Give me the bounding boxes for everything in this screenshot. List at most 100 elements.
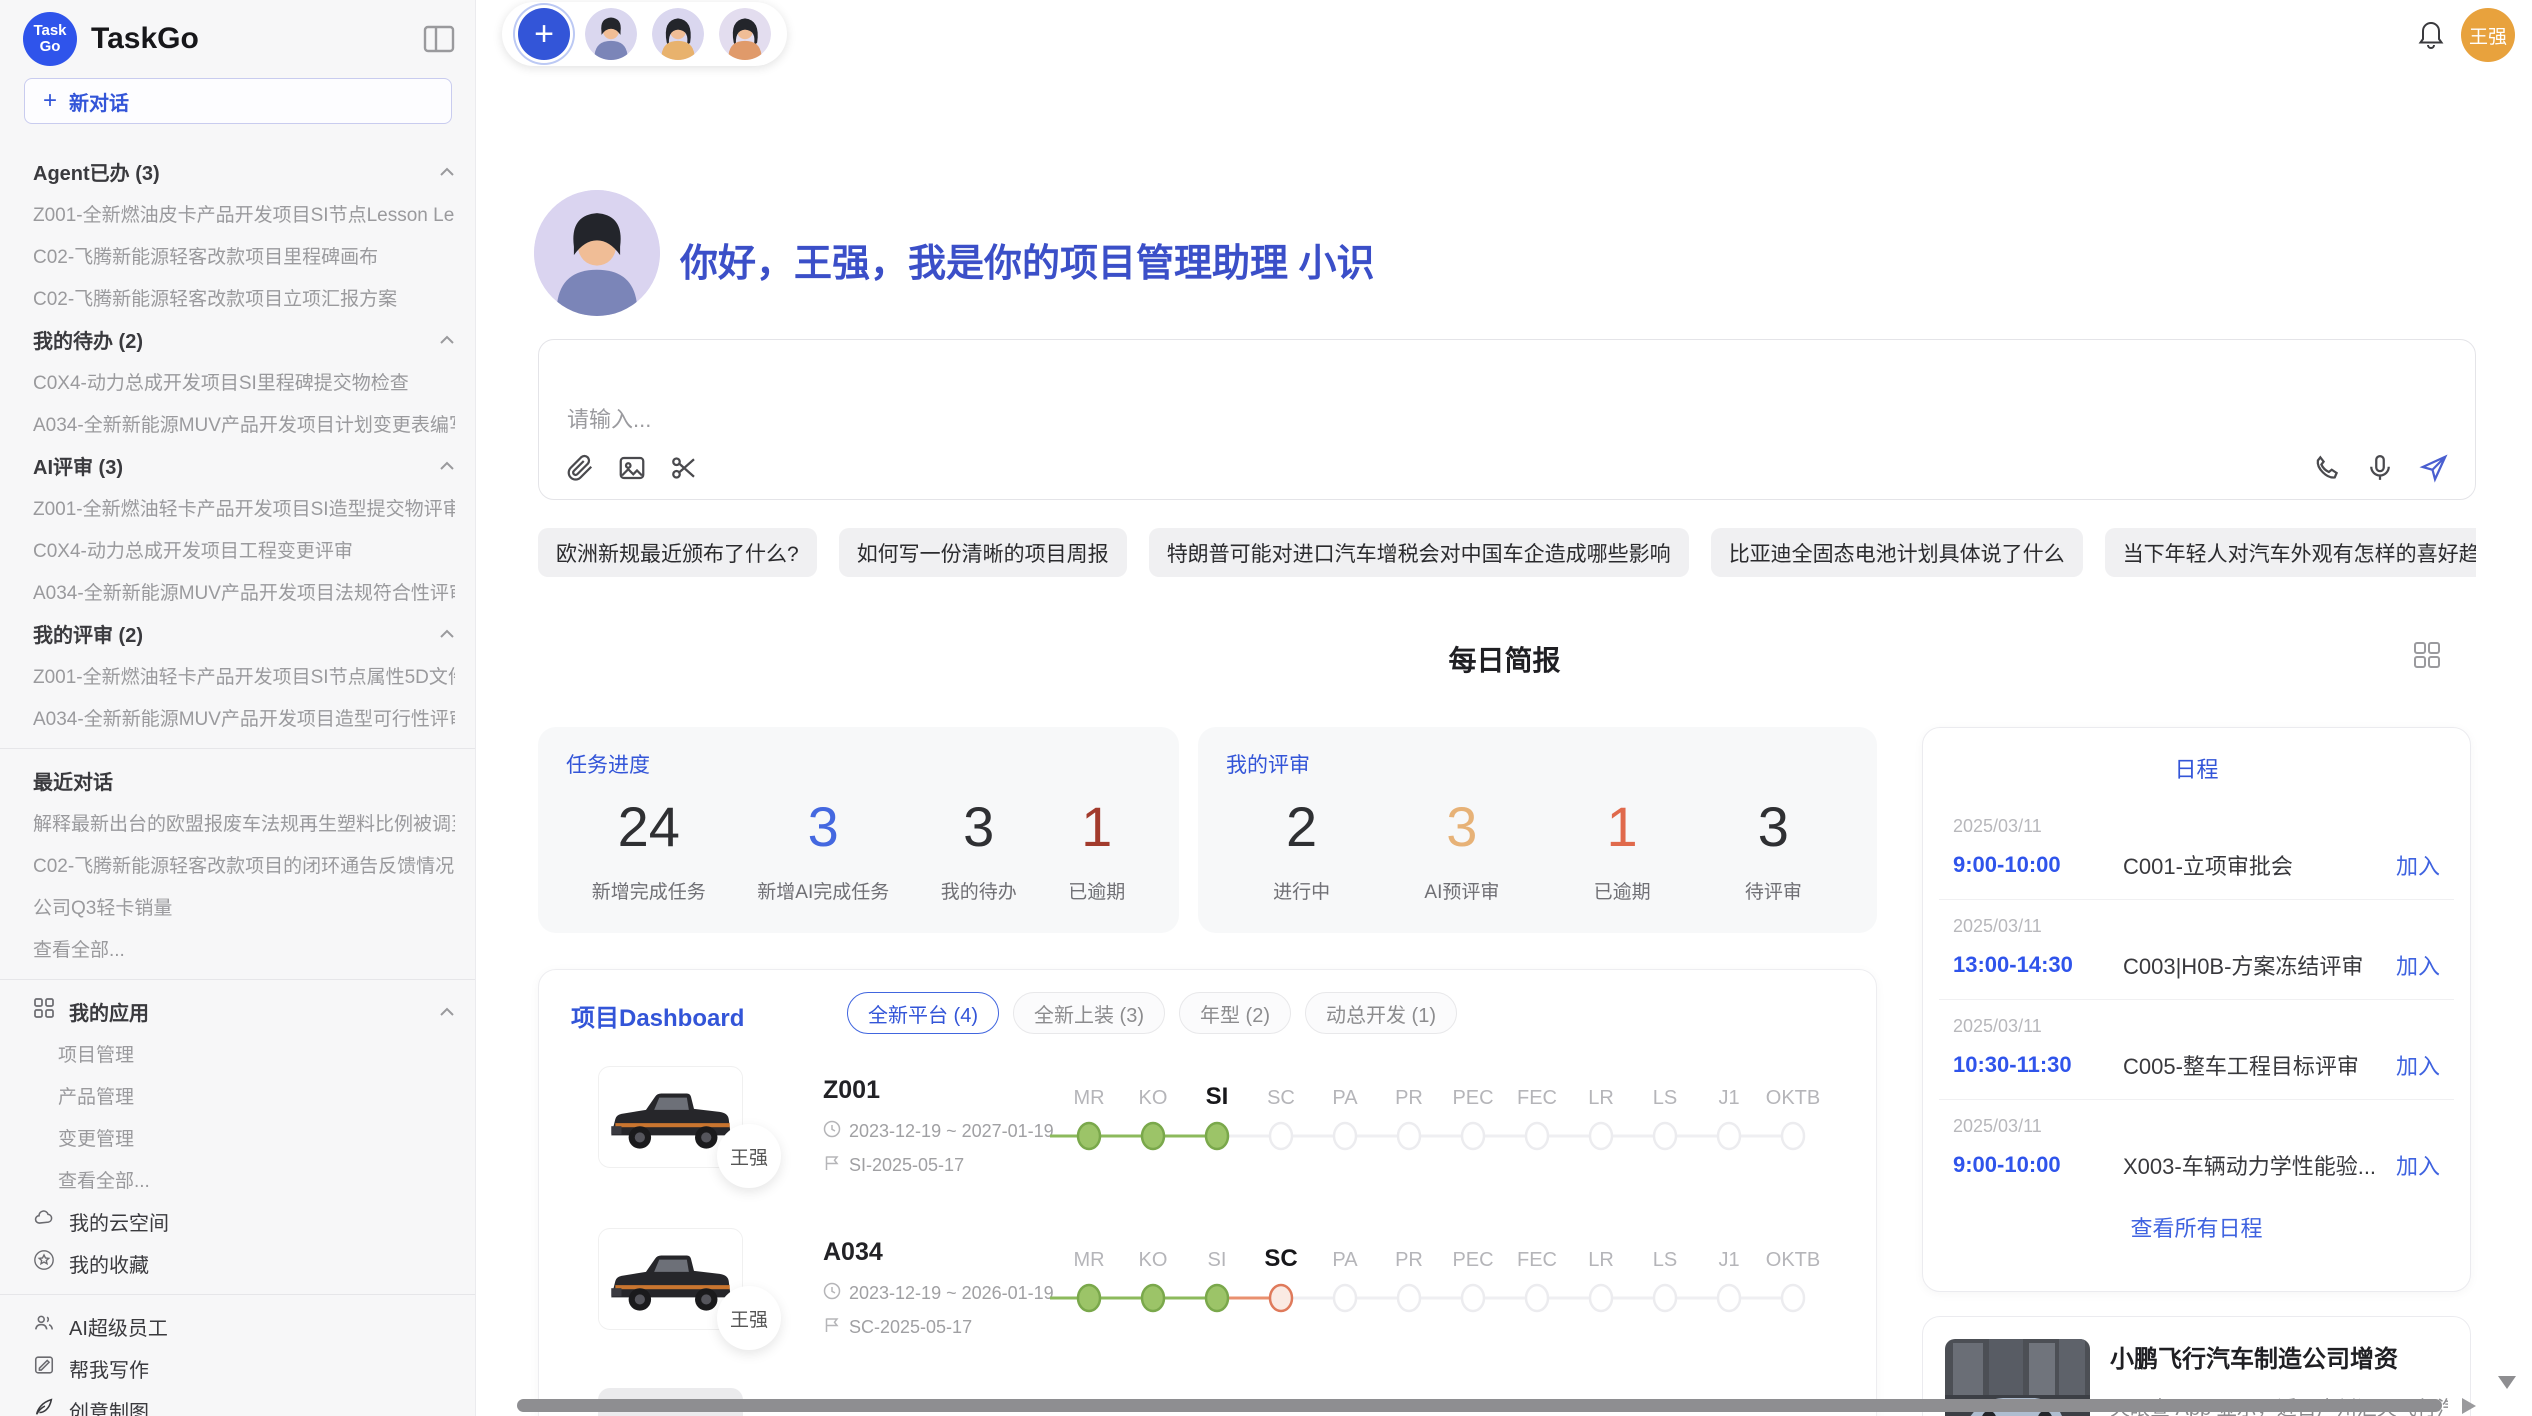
sidebar-item[interactable]: A034-全新新能源MUV产品开发项目造型可行性评审: [33, 696, 455, 738]
sidebar-item[interactable]: Z001-全新燃油轻卡产品开发项目SI节点属性5D文件评审: [33, 654, 455, 696]
schedule-row: 9:00-10:00X003-车辆动力学性能验...加入: [1953, 1149, 2440, 1181]
sidebar-section-header[interactable]: 最近对话: [33, 759, 455, 801]
view-all-schedule-link[interactable]: 查看所有日程: [1923, 1211, 2470, 1243]
sidebar-item-cloud[interactable]: 我的云空间: [33, 1200, 455, 1242]
svg-text:PA: PA: [1332, 1249, 1358, 1271]
dashboard-tab[interactable]: 动总开发 (1): [1305, 992, 1457, 1034]
join-meeting-link[interactable]: 加入: [2396, 949, 2440, 981]
stat-待评审: 3待评审: [1745, 791, 1802, 904]
sidebar-item[interactable]: A034-全新新能源MUV产品开发项目计划变更表编写: [33, 402, 455, 444]
dashboard-tab[interactable]: 全新上装 (3): [1013, 992, 1165, 1034]
sidebar-item[interactable]: C02-飞腾新能源轻客改款项目的闭环通告反馈情况: [33, 843, 455, 885]
project-row[interactable]: 王强Z0012023-12-19 ~ 2027-01-19SI-2025-05-…: [539, 1060, 1876, 1220]
sidebar-nav: Agent已办 (3)Z001-全新燃油皮卡产品开发项目SI节点Lesson L…: [0, 124, 475, 1416]
sidebar-item[interactable]: Z001-全新燃油皮卡产品开发项目SI节点Lesson Learn报告: [33, 192, 455, 234]
composer-right-icons: [2311, 453, 2449, 483]
project-dashboard-card: 项目Dashboard 全新平台 (4) 全新上装 (3) 年型 (2) 动总开发 (…: [538, 969, 1877, 1416]
schedule-item: 2025/03/11 10:30-11:30C005-整车工程目标评审加入: [1923, 1000, 2470, 1099]
join-meeting-link[interactable]: 加入: [2396, 1149, 2440, 1181]
svg-text:KO: KO: [1139, 1087, 1168, 1109]
sidebar-item[interactable]: C02-飞腾新能源轻客改款项目里程碑画布: [33, 234, 455, 276]
section-title: 我的应用: [69, 997, 149, 1026]
sidebar-item-star[interactable]: 我的收藏: [33, 1242, 455, 1284]
stat-label: AI预评审: [1424, 877, 1499, 904]
join-meeting-link[interactable]: 加入: [2396, 849, 2440, 881]
microphone-icon[interactable]: [2365, 453, 2395, 483]
news-title: 小鹏飞行汽车制造公司增资: [2110, 1339, 2448, 1374]
schedule-row: 10:30-11:30C005-整车工程目标评审加入: [1953, 1049, 2440, 1081]
clock-icon: [823, 1282, 841, 1305]
dashboard-title: 项目Dashboard: [571, 998, 744, 1033]
image-upload-icon[interactable]: [617, 453, 647, 483]
my-review-card: 我的评审 2进行中3AI预评审1已逾期3待评审: [1198, 727, 1877, 933]
sidebar-item[interactable]: C02-飞腾新能源轻客改款项目立项汇报方案: [33, 276, 455, 318]
join-meeting-link[interactable]: 加入: [2396, 1049, 2440, 1081]
suggestion-chip[interactable]: 当下年轻人对汽车外观有怎样的喜好趋势: [2105, 528, 2476, 577]
scissors-icon[interactable]: [669, 453, 699, 483]
flag-icon: [823, 1154, 841, 1177]
suggestion-chip[interactable]: 如何写一份清晰的项目周报: [839, 528, 1127, 577]
sidebar-item-write[interactable]: 帮我写作: [33, 1347, 455, 1389]
sidebar-section-header[interactable]: 我的应用: [33, 990, 455, 1032]
sidebar-item[interactable]: 变更管理: [33, 1116, 455, 1158]
agent-avatar-2[interactable]: [652, 8, 704, 60]
sidebar-item-pen[interactable]: 创意制图: [33, 1389, 455, 1416]
project-code: A034: [823, 1238, 883, 1267]
agent-avatar-3[interactable]: [719, 8, 771, 60]
stat-value: 3: [808, 791, 839, 863]
horizontal-scrollbar[interactable]: [517, 1399, 2442, 1412]
notification-bell-icon[interactable]: [2416, 18, 2446, 50]
svg-text:LS: LS: [1653, 1087, 1677, 1109]
suggestion-chip[interactable]: 欧洲新规最近颁布了什么?: [538, 528, 817, 577]
sidebar-item[interactable]: 解释最新出台的欧盟报废车法规再生塑料比例被调至15%...: [33, 801, 455, 843]
user-avatar[interactable]: 王强: [2461, 8, 2515, 62]
schedule-date: 2025/03/11: [1953, 916, 2440, 937]
agent-avatar-1[interactable]: [585, 8, 637, 60]
project-flag-text: SI-2025-05-17: [849, 1155, 964, 1176]
project-row[interactable]: 王强A0342023-12-19 ~ 2026-01-19SC-2025-05-…: [539, 1222, 1876, 1382]
people-icon: [33, 1312, 55, 1340]
schedule-date: 2025/03/11: [1953, 1016, 2440, 1037]
sidebar-item[interactable]: C0X4-动力总成开发项目SI里程碑提交物检查: [33, 360, 455, 402]
send-icon[interactable]: [2419, 453, 2449, 483]
sidebar-section-header[interactable]: 我的评审 (2): [33, 612, 455, 654]
svg-text:MR: MR: [1073, 1249, 1104, 1271]
stat-我的待办: 3我的待办: [941, 791, 1017, 904]
add-agent-button[interactable]: +: [518, 8, 570, 60]
sidebar-item[interactable]: 产品管理: [33, 1074, 455, 1116]
sidebar-item[interactable]: 查看全部...: [33, 1158, 455, 1200]
plus-icon: +: [43, 87, 57, 115]
project-code: Z001: [823, 1076, 880, 1105]
sidebar-item[interactable]: C0X4-动力总成开发项目工程变更评审: [33, 528, 455, 570]
schedule-row: 9:00-10:00C001-立项审批会加入: [1953, 849, 2440, 881]
collapse-sidebar-icon[interactable]: [423, 25, 455, 53]
sidebar-item[interactable]: A034-全新新能源MUV产品开发项目法规符合性评审: [33, 570, 455, 612]
layout-grid-icon[interactable]: [2412, 640, 2442, 670]
schedule-title-text: X003-车辆动力学性能验...: [2123, 1149, 2384, 1181]
dashboard-tab[interactable]: 全新平台 (4): [847, 992, 999, 1034]
attachment-icon[interactable]: [565, 453, 595, 483]
svg-text:J1: J1: [1718, 1249, 1739, 1271]
sidebar-section-header[interactable]: Agent已办 (3): [33, 150, 455, 192]
sidebar-item[interactable]: 公司Q3轻卡销量: [33, 885, 455, 927]
sidebar-section-header[interactable]: 我的待办 (2): [33, 318, 455, 360]
sidebar-item[interactable]: Z001-全新燃油轻卡产品开发项目SI造型提交物评审: [33, 486, 455, 528]
milestone-track: MRKOSISCPAPRPECFECLRLSJ1OKTB: [1044, 1072, 1856, 1182]
message-composer[interactable]: 请输入...: [538, 339, 2476, 500]
sidebar-item-people[interactable]: AI超级员工: [33, 1305, 455, 1347]
scroll-down-indicator[interactable]: [2498, 1376, 2516, 1389]
card-title: 我的评审: [1226, 749, 1310, 779]
new-chat-button[interactable]: + 新对话: [24, 78, 452, 124]
app-title: TaskGo: [91, 22, 423, 56]
sidebar-section-header[interactable]: AI评审 (3): [33, 444, 455, 486]
dashboard-tab[interactable]: 年型 (2): [1179, 992, 1291, 1034]
project-dates: 2023-12-19 ~ 2026-01-19: [823, 1282, 1054, 1305]
schedule-date: 2025/03/11: [1953, 816, 2440, 837]
sidebar-item[interactable]: 项目管理: [33, 1032, 455, 1074]
sidebar-item[interactable]: 查看全部...: [33, 927, 455, 969]
suggestion-chip[interactable]: 比亚迪全固态电池计划具体说了什么: [1711, 528, 2083, 577]
suggestion-chip[interactable]: 特朗普可能对进口汽车增税会对中国车企造成哪些影响: [1149, 528, 1689, 577]
scroll-right-indicator[interactable]: [2462, 1398, 2476, 1414]
sidebar-header: Task Go TaskGo: [0, 0, 475, 78]
voice-call-icon[interactable]: [2311, 453, 2341, 483]
